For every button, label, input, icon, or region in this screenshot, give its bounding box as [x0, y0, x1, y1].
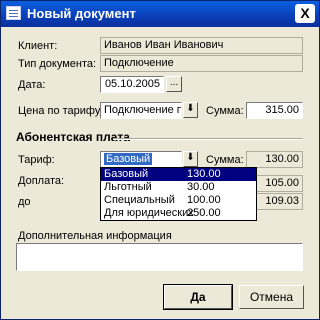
ok-button[interactable]: Да — [163, 284, 233, 310]
document-icon — [6, 6, 21, 20]
tariff-selected-value: Базовый — [104, 153, 153, 165]
window-title: Новый документ — [27, 6, 136, 21]
extra-info-label: Дополнительная информация — [18, 230, 172, 242]
tariff-label: Тариф: — [18, 154, 55, 166]
client-label: Клиент: — [18, 40, 58, 52]
cancel-button[interactable]: Отмена — [239, 285, 304, 309]
tariff-price-select[interactable]: Подключение пе — [100, 102, 182, 119]
date-picker-button[interactable]: ... — [166, 76, 182, 92]
doc-type-label: Тип документа: — [18, 58, 97, 70]
tariff-option-legal[interactable]: Для юридических 250.00 — [101, 207, 256, 220]
tariff-option-basic[interactable]: Базовый 130.00 — [101, 168, 256, 181]
tariff-option-special[interactable]: Специальный 100.00 — [101, 194, 256, 207]
section-divider — [113, 138, 303, 140]
tariff-select[interactable]: Базовый — [100, 151, 182, 168]
sum1-label: Сумма: — [206, 105, 244, 117]
doc-type-field[interactable]: Подключение — [100, 55, 303, 72]
sum2-field[interactable]: 130.00 — [246, 151, 303, 168]
subscription-heading: Абонентская плата — [16, 130, 130, 144]
chevron-down-icon: ⬇ — [186, 103, 195, 114]
tariff-dropdown-button[interactable]: ⬇ — [183, 151, 198, 167]
tariff-price-label: Цена по тарифу: — [18, 105, 104, 117]
extra-info-textarea[interactable] — [16, 243, 303, 271]
date-label: Дата: — [18, 79, 46, 91]
tariff-option-discount[interactable]: Льготный 30.00 — [101, 181, 256, 194]
chevron-down-icon: ⬇ — [186, 152, 195, 163]
until-label: до — [18, 196, 31, 208]
sum2-label: Сумма: — [206, 154, 244, 166]
sum1-field[interactable]: 315.00 — [246, 102, 303, 119]
tariff-price-dropdown-button[interactable]: ⬇ — [183, 102, 198, 118]
surcharge-label: Доплата: — [18, 175, 65, 187]
client-field[interactable]: Иванов Иван Иванович — [100, 37, 303, 54]
tariff-dropdown-list: Базовый 130.00 Льготный 30.00 Специальны… — [100, 167, 257, 221]
dialog-window: Новый документ X Клиент: Иванов Иван Ива… — [0, 0, 320, 320]
title-bar[interactable]: Новый документ X — [1, 1, 319, 27]
close-button[interactable]: X — [295, 4, 315, 23]
date-field[interactable]: 05.10.2005 — [100, 76, 164, 93]
